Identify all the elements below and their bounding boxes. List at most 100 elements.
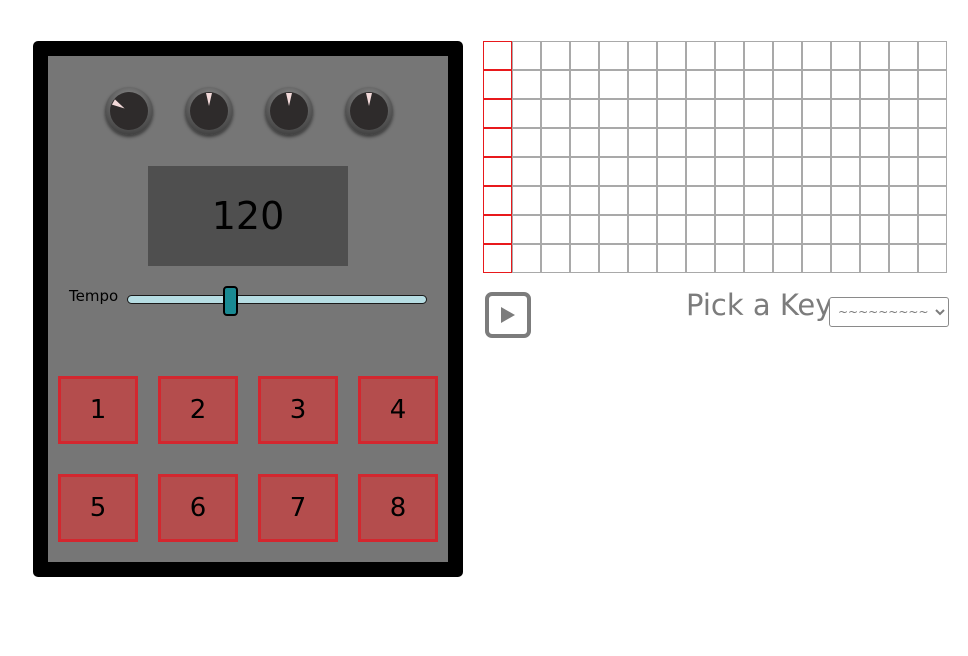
sequencer-cell[interactable]	[570, 128, 599, 157]
sequencer-cell[interactable]	[715, 157, 744, 186]
sequencer-cell[interactable]	[744, 186, 773, 215]
tempo-slider-thumb[interactable]	[223, 286, 238, 316]
sequencer-cell[interactable]	[541, 99, 570, 128]
sequencer-cell[interactable]	[599, 215, 628, 244]
sequencer-cell[interactable]	[628, 215, 657, 244]
sequencer-cell[interactable]	[483, 244, 512, 273]
sequencer-cell[interactable]	[628, 41, 657, 70]
sequencer-cell[interactable]	[744, 41, 773, 70]
sequencer-cell[interactable]	[483, 41, 512, 70]
sequencer-cell[interactable]	[628, 186, 657, 215]
sequencer-cell[interactable]	[686, 186, 715, 215]
sequencer-cell[interactable]	[483, 215, 512, 244]
sequencer-cell[interactable]	[889, 244, 918, 273]
knob-1[interactable]	[105, 87, 153, 135]
sequencer-cell[interactable]	[541, 215, 570, 244]
sequencer-cell[interactable]	[657, 244, 686, 273]
tempo-slider-track[interactable]	[127, 295, 427, 304]
sequencer-cell[interactable]	[541, 128, 570, 157]
sequencer-cell[interactable]	[744, 215, 773, 244]
sequencer-cell[interactable]	[889, 99, 918, 128]
sequencer-cell[interactable]	[599, 41, 628, 70]
play-button[interactable]	[485, 292, 531, 338]
sequencer-cell[interactable]	[715, 186, 744, 215]
sequencer-cell[interactable]	[541, 244, 570, 273]
sequencer-cell[interactable]	[512, 215, 541, 244]
sequencer-cell[interactable]	[512, 128, 541, 157]
sequencer-cell[interactable]	[541, 41, 570, 70]
sequencer-cell[interactable]	[860, 186, 889, 215]
sequencer-cell[interactable]	[628, 128, 657, 157]
pad-4[interactable]: 4	[358, 376, 438, 444]
sequencer-cell[interactable]	[744, 70, 773, 99]
sequencer-cell[interactable]	[773, 244, 802, 273]
sequencer-cell[interactable]	[686, 70, 715, 99]
sequencer-cell[interactable]	[715, 70, 744, 99]
sequencer-cell[interactable]	[599, 186, 628, 215]
sequencer-cell[interactable]	[773, 157, 802, 186]
sequencer-cell[interactable]	[773, 128, 802, 157]
sequencer-cell[interactable]	[860, 41, 889, 70]
sequencer-cell[interactable]	[744, 244, 773, 273]
sequencer-cell[interactable]	[628, 99, 657, 128]
sequencer-cell[interactable]	[483, 157, 512, 186]
sequencer-cell[interactable]	[831, 215, 860, 244]
sequencer-cell[interactable]	[512, 157, 541, 186]
sequencer-cell[interactable]	[715, 41, 744, 70]
sequencer-cell[interactable]	[657, 99, 686, 128]
key-select[interactable]: ~~~~~~~~~~	[829, 297, 949, 327]
sequencer-cell[interactable]	[860, 70, 889, 99]
sequencer-cell[interactable]	[599, 244, 628, 273]
sequencer-cell[interactable]	[686, 244, 715, 273]
pad-6[interactable]: 6	[158, 474, 238, 542]
sequencer-cell[interactable]	[860, 128, 889, 157]
sequencer-cell[interactable]	[802, 128, 831, 157]
sequencer-cell[interactable]	[657, 157, 686, 186]
pad-7[interactable]: 7	[258, 474, 338, 542]
pad-5[interactable]: 5	[58, 474, 138, 542]
pad-2[interactable]: 2	[158, 376, 238, 444]
sequencer-cell[interactable]	[483, 186, 512, 215]
sequencer-cell[interactable]	[889, 157, 918, 186]
sequencer-cell[interactable]	[831, 99, 860, 128]
sequencer-cell[interactable]	[889, 186, 918, 215]
pad-1[interactable]: 1	[58, 376, 138, 444]
sequencer-cell[interactable]	[889, 128, 918, 157]
sequencer-cell[interactable]	[599, 70, 628, 99]
sequencer-cell[interactable]	[802, 244, 831, 273]
sequencer-cell[interactable]	[715, 99, 744, 128]
sequencer-cell[interactable]	[889, 41, 918, 70]
sequencer-cell[interactable]	[773, 186, 802, 215]
sequencer-cell[interactable]	[657, 41, 686, 70]
sequencer-cell[interactable]	[570, 244, 599, 273]
knob-4[interactable]	[345, 87, 393, 135]
sequencer-cell[interactable]	[512, 186, 541, 215]
sequencer-cell[interactable]	[657, 128, 686, 157]
sequencer-cell[interactable]	[483, 70, 512, 99]
sequencer-cell[interactable]	[918, 244, 947, 273]
sequencer-cell[interactable]	[773, 70, 802, 99]
sequencer-cell[interactable]	[802, 215, 831, 244]
sequencer-cell[interactable]	[512, 70, 541, 99]
sequencer-cell[interactable]	[686, 157, 715, 186]
sequencer-cell[interactable]	[773, 99, 802, 128]
sequencer-cell[interactable]	[715, 128, 744, 157]
sequencer-cell[interactable]	[512, 41, 541, 70]
sequencer-cell[interactable]	[686, 99, 715, 128]
sequencer-cell[interactable]	[773, 41, 802, 70]
sequencer-cell[interactable]	[831, 244, 860, 273]
sequencer-cell[interactable]	[686, 128, 715, 157]
sequencer-cell[interactable]	[570, 41, 599, 70]
sequencer-cell[interactable]	[831, 41, 860, 70]
sequencer-cell[interactable]	[483, 99, 512, 128]
sequencer-cell[interactable]	[831, 157, 860, 186]
sequencer-cell[interactable]	[715, 244, 744, 273]
sequencer-cell[interactable]	[483, 128, 512, 157]
sequencer-cell[interactable]	[570, 186, 599, 215]
sequencer-cell[interactable]	[918, 70, 947, 99]
sequencer-cell[interactable]	[570, 99, 599, 128]
sequencer-cell[interactable]	[541, 186, 570, 215]
sequencer-cell[interactable]	[918, 157, 947, 186]
sequencer-cell[interactable]	[657, 215, 686, 244]
sequencer-cell[interactable]	[570, 70, 599, 99]
